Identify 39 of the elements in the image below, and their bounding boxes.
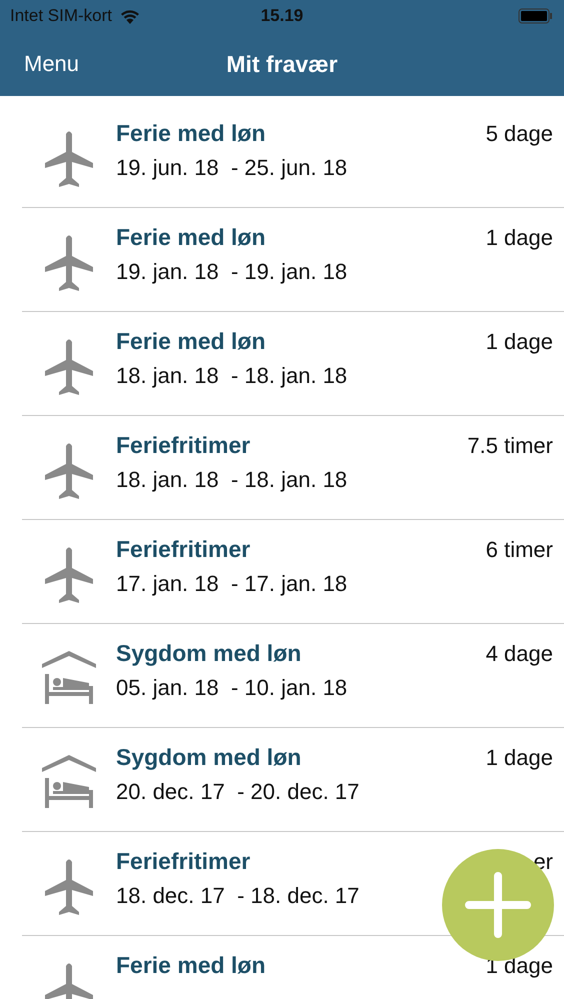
absence-title: Feriefritimer xyxy=(116,536,250,563)
absence-amount: 7.5 timer xyxy=(467,433,553,459)
absence-dates: 05. jan. 18 - 10. jan. 18 xyxy=(116,675,348,701)
clock-time: 15.19 xyxy=(260,6,304,26)
airplane-icon xyxy=(44,858,94,918)
absence-title: Ferie med løn xyxy=(116,120,266,147)
plus-icon xyxy=(465,872,531,938)
absence-dates: 19. jan. 18 - 19. jan. 18 xyxy=(116,259,348,285)
absence-title: Ferie med løn xyxy=(116,952,266,979)
absence-title: Ferie med løn xyxy=(116,224,266,251)
wifi-icon xyxy=(120,8,140,24)
absence-amount: 5 dage xyxy=(486,121,553,147)
airplane-icon xyxy=(44,130,94,190)
absence-title: Feriefritimer xyxy=(116,848,250,875)
carrier-label: Intet SIM-kort xyxy=(10,6,112,26)
absence-amount: 1 dage xyxy=(486,329,553,355)
bed-icon xyxy=(41,754,97,810)
absence-title: Sygdom med løn xyxy=(116,640,302,667)
absence-title: Sygdom med løn xyxy=(116,744,302,771)
absence-amount: 4 dage xyxy=(486,641,553,667)
absence-title: Feriefritimer xyxy=(116,432,250,459)
bed-icon xyxy=(41,650,97,706)
absence-amount: 1 dage xyxy=(486,225,553,251)
airplane-icon xyxy=(44,546,94,606)
absence-amount: 1 dage xyxy=(486,745,553,771)
airplane-icon xyxy=(44,338,94,398)
absence-dates: 17. jan. 18 - 17. jan. 18 xyxy=(116,571,348,597)
battery-icon xyxy=(518,8,554,24)
menu-button[interactable]: Menu xyxy=(24,51,80,77)
screen-title: Mit fravær xyxy=(226,50,338,76)
absence-dates: 18. jan. 18 - 18. jan. 18 xyxy=(116,363,348,389)
absence-dates: 19. jun. 18 - 25. jun. 18 xyxy=(116,155,348,181)
absence-dates: 18. jan. 18 - 18. jan. 18 xyxy=(116,467,348,493)
absence-dates: 20. dec. 17 - 20. dec. 17 xyxy=(116,779,360,805)
absence-amount: 6 timer xyxy=(486,537,553,563)
airplane-icon xyxy=(44,234,94,294)
absence-dates: 18. dec. 17 - 18. dec. 17 xyxy=(116,883,360,909)
airplane-icon xyxy=(44,442,94,502)
absence-title: Ferie med løn xyxy=(116,328,266,355)
